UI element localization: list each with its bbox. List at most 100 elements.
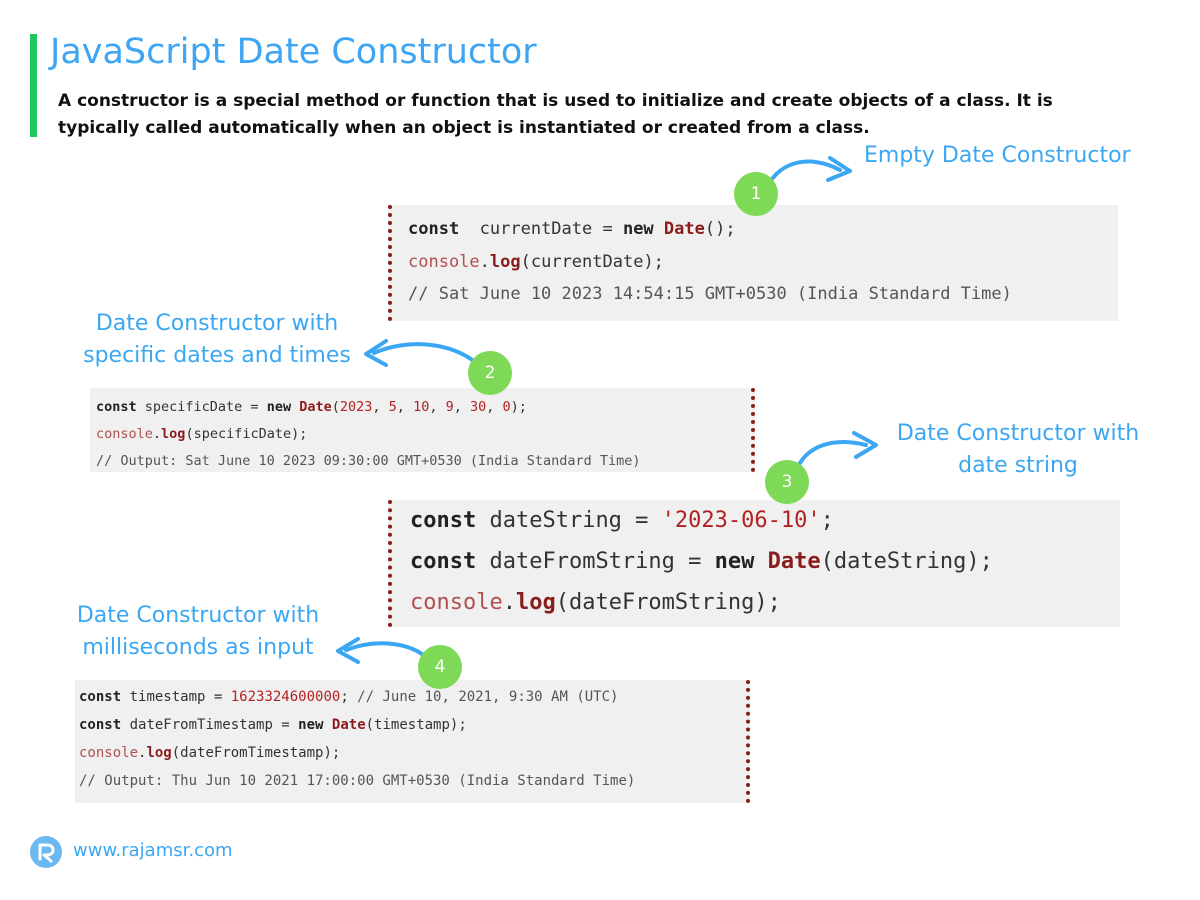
code-token: console [408,251,480,272]
code-token: 30 [470,399,487,415]
code-token: log [146,745,172,761]
section-3-arrow-icon [794,431,878,473]
section-1-code-block: const currentDate = new Date(); console.l… [388,205,1118,321]
code-token: , [372,399,389,415]
section-3-label-line: Date Constructor with [896,421,1140,446]
section-2-label-line: specific dates and times [83,343,351,368]
code-token: const [410,549,477,574]
section-1-label: Empty Date Constructor [864,140,1131,172]
code-line: // Output: Sat June 10 2023 09:30:00 GMT… [96,448,751,472]
section-1-label-line: Empty Date Constructor [864,143,1131,168]
section-4-code-block: const timestamp = 1623324600000; // June… [75,680,750,803]
section-3-label-line: date string [958,453,1078,478]
code-line: // Sat June 10 2023 14:54:15 GMT+0530 (I… [408,278,1118,311]
code-token: Date [299,399,332,415]
code-token: (specificDate); [185,426,308,442]
code-token: const [79,689,122,705]
code-line: console.log(specificDate); [96,421,751,448]
code-token: currentDate = [459,219,623,239]
code-line: console.log(currentDate); [408,246,1118,279]
code-line: const specificDate = new Date(2023, 5, 1… [96,394,751,421]
code-token: console [79,745,139,761]
code-token: const [79,717,122,733]
code-token: Date [767,549,821,574]
code-line: // Output: Thu Jun 10 2021 17:00:00 GMT+… [79,767,746,795]
code-token: 10 [413,399,430,415]
code-token: ; [820,508,834,533]
code-line: console.log(dateFromTimestamp); [79,739,746,767]
code-token: (dateString); [820,549,993,574]
code-token: , [486,399,503,415]
code-token: // June 10, 2021, 9:30 AM (UTC) [357,689,619,705]
code-token: // Output: Sat June 10 2023 09:30:00 GMT… [96,453,641,469]
code-token: ; [340,689,358,705]
code-token: dateFromTimestamp = [121,717,299,733]
section-2-badge: 2 [468,351,512,395]
code-token: Date [331,717,366,733]
code-token: ); [510,399,527,415]
code-token: timestamp = [121,689,231,705]
code-token: dateFromString = [476,549,715,574]
code-token: . [152,426,162,442]
code-token: // Output: Thu Jun 10 2021 17:00:00 GMT+… [79,773,636,789]
code-line: const dateFromTimestamp = new Date(times… [79,711,746,739]
section-3-label: Date Constructor with date string [888,418,1148,482]
code-token: '2023-06-10' [661,508,821,533]
code-token: dateString = [476,508,662,533]
code-token: Date [663,219,705,239]
code-token: (dateFromString); [555,590,781,615]
section-4-label: Date Constructor with milliseconds as in… [62,600,334,664]
code-token: 5 [388,399,397,415]
code-token: new [298,717,324,733]
page-description: A constructor is a special method or fun… [58,91,1053,138]
code-token: , [453,399,470,415]
code-token: log [489,251,521,272]
code-token: (currentDate); [520,251,664,272]
section-4-label-line: Date Constructor with [76,603,320,628]
code-token: 9 [445,399,454,415]
section-4-label-line: milliseconds as input [82,635,314,660]
code-line: const currentDate = new Date(); [408,213,1118,246]
code-token: specificDate = [136,399,267,415]
section-2-label: Date Constructor with specific dates and… [75,308,359,372]
code-token: ( [331,399,340,415]
code-token: new [622,219,654,239]
code-token: 2023 [339,399,373,415]
code-token: const [96,399,137,415]
section-2-code-block: const specificDate = new Date(2023, 5, 1… [90,388,755,472]
code-token: log [161,426,186,442]
code-token: new [266,399,292,415]
code-token: (timestamp); [365,717,467,733]
code-token: , [396,399,414,415]
section-1-badge: 1 [734,172,778,216]
code-token: console [410,590,503,615]
code-token: 1623324600000 [230,689,341,705]
code-token: (dateFromTimestamp); [171,745,341,761]
code-token: log [515,590,556,615]
code-token: const [408,219,460,239]
code-token: . [502,590,516,615]
code-line: console.log(dateFromString); [410,582,1120,623]
title-accent-bar [30,34,37,137]
section-2-label-line: Date Constructor with [95,311,339,336]
page-title: JavaScript Date Constructor [50,32,537,72]
code-token: new [714,549,755,574]
website-link[interactable]: www.rajamsr.com [73,840,233,861]
code-token: console [96,426,153,442]
code-line: const timestamp = 1623324600000; // June… [79,683,746,711]
rajamsr-logo-icon [30,836,62,868]
code-token: , [429,399,446,415]
section-3-code-block: const dateString = '2023-06-10'; const da… [388,500,1120,627]
code-token: const [410,508,477,533]
code-token: // Sat June 10 2023 14:54:15 GMT+0530 (I… [408,284,1012,304]
code-line: const dateFromString = new Date(dateStri… [410,541,1120,582]
code-line: const dateString = '2023-06-10'; [410,500,1120,541]
section-3-badge: 3 [765,460,809,504]
code-token: (); [704,219,736,239]
section-4-badge: 4 [418,645,462,689]
code-token: 0 [502,399,511,415]
